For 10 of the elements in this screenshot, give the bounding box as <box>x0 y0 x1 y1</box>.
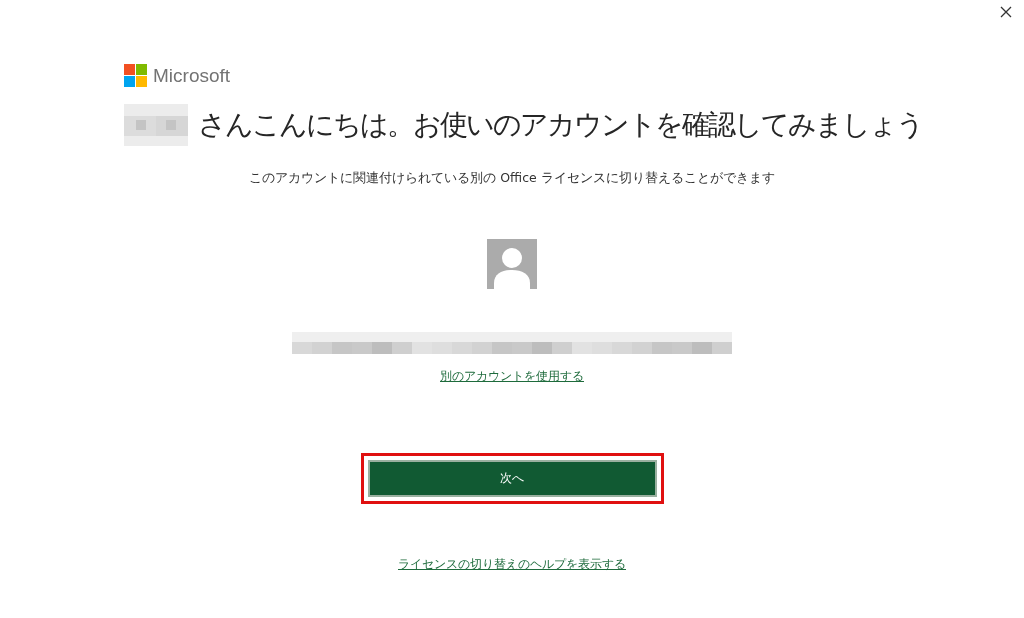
switch-account-link[interactable]: 別のアカウントを使用する <box>440 368 584 385</box>
mosaic-blur <box>124 104 188 146</box>
close-icon[interactable] <box>1000 6 1012 18</box>
subtitle: このアカウントに関連付けられている別の Office ライセンスに切り替えることができます <box>248 170 776 187</box>
heading: さんこんにちは。お使いのアカウントを確認してみましょう <box>198 107 923 143</box>
logo-text: Microsoft <box>153 64 231 87</box>
four-squares-icon <box>124 64 147 87</box>
next-button[interactable]: 次へ <box>367 460 657 497</box>
avatar-icon <box>487 239 537 289</box>
help-link[interactable]: ライセンスの切り替えのヘルプを表示する <box>398 556 626 573</box>
